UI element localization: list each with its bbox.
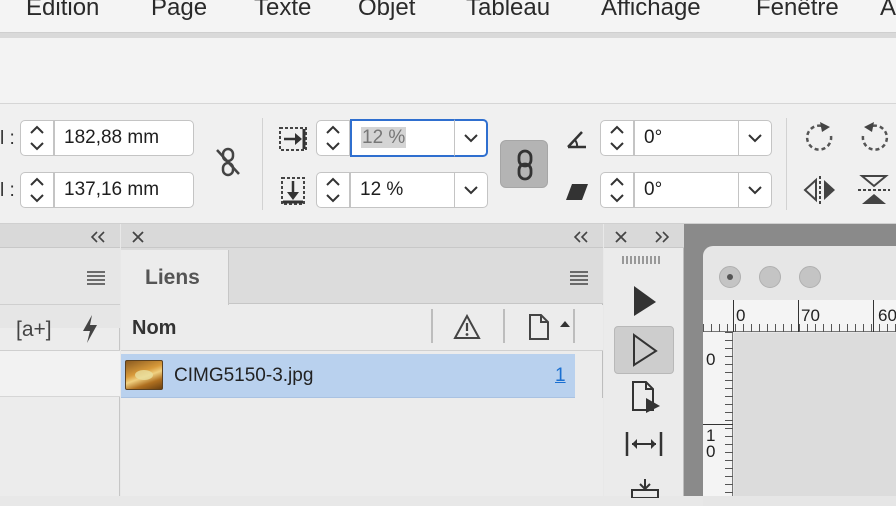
- height-stepper[interactable]: [20, 172, 54, 208]
- links-list-empty-area: [121, 398, 603, 496]
- rotation-stepper[interactable]: [600, 120, 634, 156]
- content-collector-icon[interactable]: [628, 478, 662, 498]
- height-label: l :: [0, 180, 15, 201]
- shear-field[interactable]: 0°: [634, 172, 740, 208]
- gap-tool-icon[interactable]: [624, 430, 664, 458]
- menu-edition[interactable]: Edition: [26, 0, 99, 22]
- document-canvas[interactable]: [734, 333, 896, 496]
- scale-y-dropdown[interactable]: [454, 172, 488, 208]
- sort-ascending-icon[interactable]: [559, 320, 571, 328]
- menu-texte[interactable]: Texte: [254, 0, 311, 22]
- shear-dropdown[interactable]: [738, 172, 772, 208]
- flip-horizontal-icon[interactable]: [802, 174, 838, 211]
- shear-angle-icon: [564, 182, 590, 207]
- links-panel-header: [121, 224, 603, 248]
- tools-panel-header: [604, 224, 684, 248]
- constrain-proportions-unlinked-icon[interactable]: [214, 146, 242, 183]
- window-close-button[interactable]: [719, 266, 741, 288]
- menu-affichage[interactable]: Affichage: [601, 0, 701, 22]
- image-thumbnail: [125, 360, 163, 390]
- menu-fenetre[interactable]: Fenêtre: [756, 0, 839, 22]
- window-zoom-button[interactable]: [799, 266, 821, 288]
- vertical-ruler[interactable]: 0 1 0: [703, 332, 733, 496]
- rotation-angle-icon: [564, 128, 590, 155]
- control-panel: l : 182,88 mm l : 137,16 mm 12 % 12 % 0°…: [0, 104, 896, 224]
- page-tool-icon[interactable]: [630, 380, 662, 414]
- scale-y-icon: [280, 176, 306, 211]
- scale-x-icon: [278, 126, 308, 157]
- menu-bar: Edition Page Texte Objet Tableau Afficha…: [0, 0, 896, 32]
- ruler-tick-label: 60: [878, 306, 896, 325]
- scale-x-stepper[interactable]: [316, 120, 350, 156]
- links-column-header: Nom: [121, 305, 603, 351]
- link-chain-icon: [517, 149, 533, 181]
- height-field[interactable]: 137,16 mm: [54, 172, 194, 208]
- shear-stepper[interactable]: [600, 172, 634, 208]
- bracket-a-plus-icon[interactable]: [a+]: [16, 318, 52, 342]
- flip-vertical-icon[interactable]: [856, 172, 892, 213]
- panel-menu-icon[interactable]: [569, 270, 589, 286]
- left-panel: [a+]: [0, 224, 120, 496]
- ruler-tick-label: 0: [706, 350, 716, 369]
- scale-y-stepper[interactable]: [316, 172, 350, 208]
- width-label: l :: [0, 128, 15, 149]
- rotate-counterclockwise-icon[interactable]: [856, 120, 892, 161]
- scale-x-dropdown[interactable]: [454, 119, 488, 157]
- panel-menu-icon[interactable]: [86, 270, 106, 286]
- link-row[interactable]: CIMG5150-3.jpg 1: [121, 354, 575, 398]
- width-field[interactable]: 182,88 mm: [54, 120, 194, 156]
- application-bar: [0, 38, 896, 104]
- scale-x-field[interactable]: 12 %: [350, 119, 456, 157]
- panel-grip[interactable]: [622, 256, 662, 264]
- direct-selection-tool-icon: [633, 333, 658, 367]
- scale-y-field[interactable]: 12 %: [350, 172, 456, 208]
- ruler-tick-label: 0: [706, 442, 716, 461]
- warning-status-icon[interactable]: [453, 314, 481, 340]
- rotate-clockwise-icon[interactable]: [802, 120, 838, 161]
- collapse-panel-icon[interactable]: [90, 231, 106, 243]
- page-column-icon[interactable]: [527, 313, 551, 341]
- direct-selection-tool-button[interactable]: [614, 326, 674, 374]
- menu-objet[interactable]: Objet: [358, 0, 415, 22]
- links-panel: Liens Nom CIMG5150-3.jpg 1: [121, 224, 603, 496]
- menu-overflow[interactable]: A: [880, 0, 896, 22]
- rotation-dropdown[interactable]: [738, 120, 772, 156]
- ruler-tick-label: 70: [801, 306, 820, 325]
- link-page-number[interactable]: 1: [555, 365, 566, 387]
- left-panel-header: [0, 224, 120, 248]
- link-file-name: CIMG5150-3.jpg: [174, 365, 314, 386]
- rotation-field[interactable]: 0°: [634, 120, 740, 156]
- menu-tableau[interactable]: Tableau: [466, 0, 550, 22]
- width-stepper[interactable]: [20, 120, 54, 156]
- selection-tool-icon[interactable]: [630, 284, 660, 318]
- close-panel-icon[interactable]: [614, 230, 628, 244]
- tools-panel: [604, 224, 684, 498]
- collapse-panel-icon[interactable]: [573, 231, 589, 243]
- ruler-tick-label: 0: [736, 306, 746, 325]
- window-minimize-button[interactable]: [759, 266, 781, 288]
- column-name-header[interactable]: Nom: [132, 317, 176, 340]
- horizontal-ruler[interactable]: 0 70 60: [703, 300, 896, 332]
- menu-page[interactable]: Page: [151, 0, 207, 22]
- lightning-icon[interactable]: [80, 314, 100, 344]
- constrain-scale-button[interactable]: [500, 140, 548, 188]
- expand-panel-icon[interactable]: [654, 231, 670, 243]
- close-panel-icon[interactable]: [131, 230, 145, 244]
- tab-liens[interactable]: Liens: [121, 250, 229, 305]
